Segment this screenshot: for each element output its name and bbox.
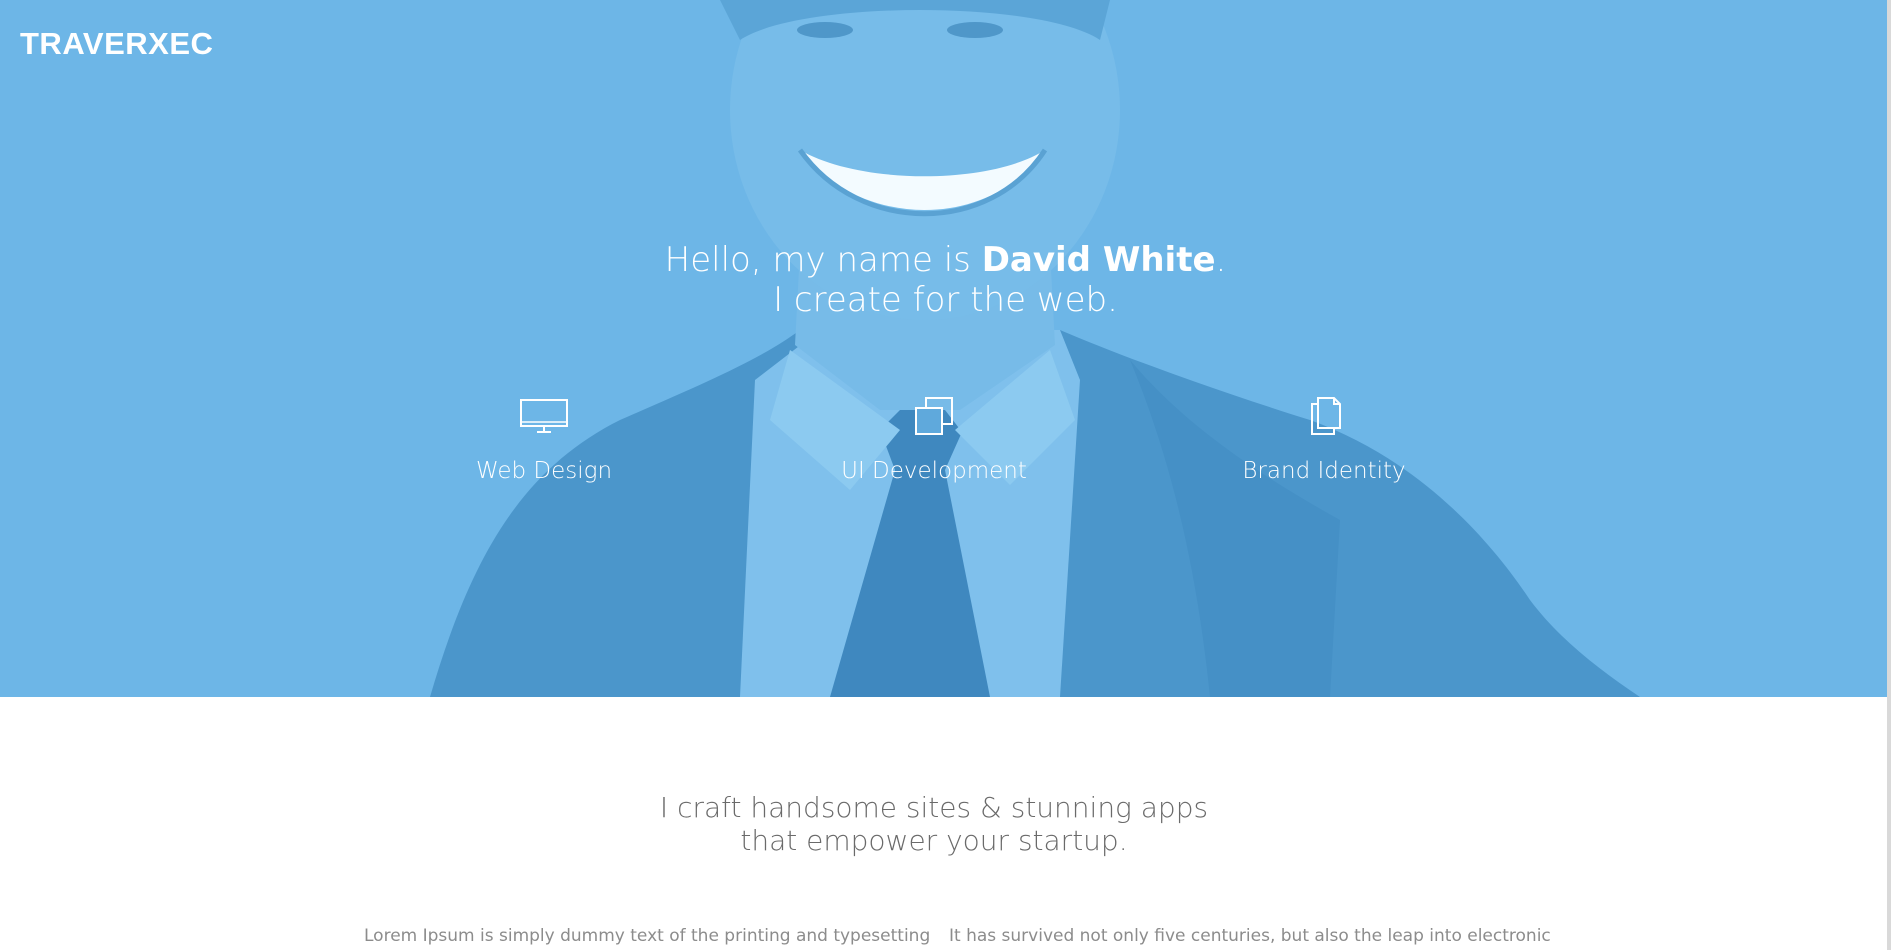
about-section: I craft handsome sites & stunning apps t… — [0, 697, 1891, 950]
hero-section: TRAVERXEC Hello, my name is David White.… — [0, 0, 1891, 697]
service-label: Web Design — [475, 458, 613, 484]
tagline-line-2: that empower your startup. — [740, 824, 1128, 857]
hero-name: David White — [981, 240, 1216, 280]
documents-icon — [1311, 397, 1341, 435]
service-ui-development[interactable]: UI Development — [804, 396, 1064, 484]
service-label: Brand Identity — [1242, 458, 1406, 484]
monitor-icon — [520, 399, 568, 433]
services-row: Web Design UI Development Brand Identity — [0, 396, 1891, 506]
hero-subline: I create for the web. — [773, 280, 1118, 320]
about-text-left: Lorem Ipsum is simply dummy text of the … — [364, 926, 931, 946]
hero-portrait-image — [0, 0, 1891, 697]
about-tagline: I craft handsome sites & stunning apps t… — [0, 791, 1868, 857]
service-web-design[interactable]: Web Design — [414, 396, 674, 484]
greeting-prefix: Hello, my name is — [664, 240, 982, 280]
copy-windows-icon — [915, 397, 953, 435]
service-brand-identity[interactable]: Brand Identity — [1194, 396, 1454, 484]
hero-greeting: Hello, my name is David White. — [0, 240, 1891, 280]
page: TRAVERXEC Hello, my name is David White.… — [0, 0, 1891, 950]
greeting-suffix: . — [1215, 240, 1227, 280]
tagline-line-1: I craft handsome sites & stunning apps — [659, 791, 1209, 824]
service-label: UI Development — [841, 458, 1027, 484]
about-text-right: It has survived not only five centuries,… — [949, 926, 1551, 946]
site-logo[interactable]: TRAVERXEC — [20, 26, 213, 62]
hero-intro: Hello, my name is David White. I create … — [0, 240, 1891, 320]
page-scrollbar[interactable] — [1887, 0, 1891, 950]
